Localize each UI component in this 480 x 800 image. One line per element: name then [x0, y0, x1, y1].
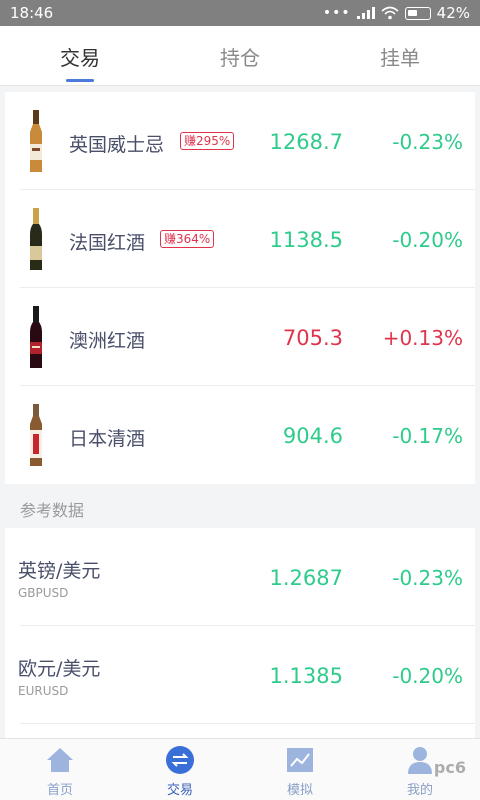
wine-bottle-icon [30, 306, 42, 368]
status-icons: ••• 42% [323, 4, 470, 22]
tab-orders[interactable]: 挂单 [350, 42, 450, 71]
pair-name: 英镑/美元 [18, 560, 101, 582]
pair-code: GBPUSD [18, 586, 69, 600]
product-row[interactable]: 澳洲红酒 705.3 +0.13% [5, 288, 475, 386]
chart-icon [287, 748, 313, 772]
pair-change: -0.20% [392, 664, 463, 688]
product-list: 英国威士忌 赚295% 1268.7 -0.23% 法国红酒 赚364% 113… [5, 92, 475, 484]
product-change: -0.20% [392, 228, 463, 252]
product-row[interactable]: 法国红酒 赚364% 1138.5 -0.20% [5, 190, 475, 288]
reference-list: 英镑/美元 GBPUSD 1.2687 -0.23% 欧元/美元 EURUSD … [5, 528, 475, 738]
bottom-nav: 首页 交易 模拟 我的 [0, 738, 480, 800]
nav-home-label: 首页 [46, 783, 73, 798]
more-dots-icon: ••• [322, 5, 351, 21]
tab-positions[interactable]: 持仓 [190, 42, 290, 71]
pair-price: 1.1385 [269, 664, 343, 688]
battery-level: 42% [436, 4, 470, 22]
row-divider [20, 723, 475, 724]
product-price: 904.6 [282, 424, 343, 448]
home-icon [47, 748, 73, 772]
product-row[interactable]: 英国威士忌 赚295% 1268.7 -0.23% [5, 92, 475, 190]
product-change: -0.23% [392, 130, 463, 154]
top-tab-bar: 交易 持仓 挂单 [0, 26, 480, 86]
pair-code: EURUSD [18, 684, 69, 698]
earn-badge: 赚364% [160, 230, 215, 248]
nav-trade[interactable]: 交易 [120, 739, 240, 800]
battery-icon [404, 6, 431, 20]
product-name: 法国红酒 [69, 232, 146, 254]
product-change: -0.17% [392, 424, 463, 448]
nav-mine-label: 我的 [406, 783, 433, 798]
product-name: 英国威士忌 [69, 134, 165, 156]
sake-bottle-icon [30, 404, 42, 466]
status-time: 18:46 [10, 4, 54, 22]
status-bar: 18:46 ••• 42% [0, 0, 480, 26]
pair-name: 欧元/美元 [18, 658, 101, 680]
nav-trade-label: 交易 [166, 783, 193, 798]
red-wine-bottle-icon [30, 208, 42, 270]
signal-icon [356, 7, 375, 19]
reference-row[interactable]: 欧元/美元 EURUSD 1.1385 -0.20% [5, 626, 475, 724]
nav-simulate-label: 模拟 [286, 783, 313, 798]
product-name: 澳洲红酒 [69, 330, 146, 352]
earn-badge: 赚295% [180, 132, 235, 150]
product-price: 705.3 [282, 326, 343, 350]
wifi-icon [381, 6, 399, 20]
tab-active-indicator [66, 79, 94, 82]
watermark: pc6 [433, 758, 466, 777]
reference-section-title: 参考数据 [20, 501, 85, 520]
whisky-bottle-icon [30, 110, 42, 172]
product-price: 1268.7 [269, 130, 343, 154]
pair-price: 1.2687 [269, 566, 343, 590]
product-price: 1138.5 [269, 228, 343, 252]
pair-change: -0.23% [392, 566, 463, 590]
product-change: +0.13% [382, 326, 463, 350]
user-icon [408, 747, 432, 774]
product-row[interactable]: 日本清酒 904.6 -0.17% [5, 386, 475, 484]
nav-home[interactable]: 首页 [0, 739, 120, 800]
reference-row[interactable]: 英镑/美元 GBPUSD 1.2687 -0.23% [5, 528, 475, 626]
nav-simulate[interactable]: 模拟 [240, 739, 360, 800]
tab-trade[interactable]: 交易 [30, 42, 130, 71]
exchange-icon [166, 746, 194, 774]
product-name: 日本清酒 [69, 428, 146, 450]
